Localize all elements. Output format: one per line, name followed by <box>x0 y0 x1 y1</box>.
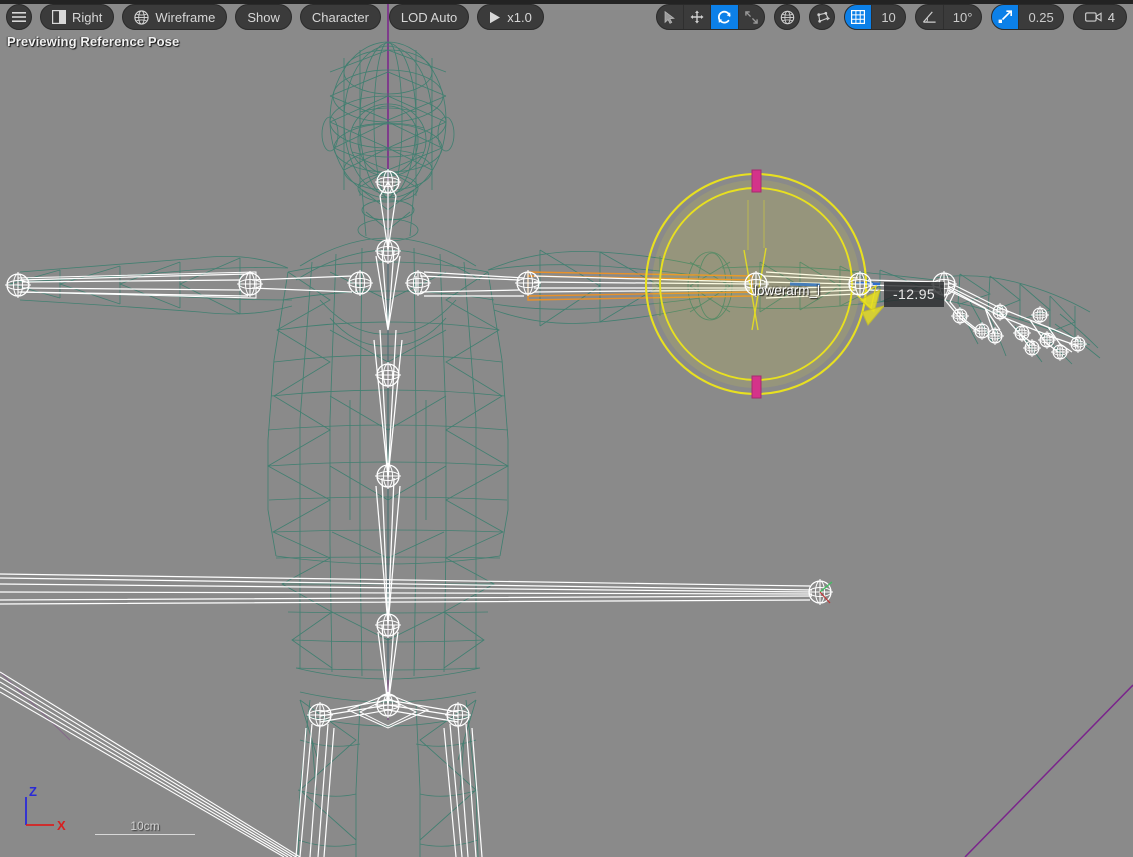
grid-snap-group: 10 <box>844 4 906 30</box>
cursor-icon <box>664 10 676 24</box>
grid-snap-value[interactable]: 10 <box>871 5 904 29</box>
view-mode-label: Right <box>72 9 103 25</box>
character-menu-label: Character <box>311 9 369 25</box>
camera-icon <box>1084 11 1102 23</box>
show-menu-button[interactable]: Show <box>235 4 292 30</box>
axis-x-label: X <box>57 818 66 833</box>
translate-mode-button[interactable] <box>683 5 710 29</box>
rotate-icon <box>717 10 732 25</box>
animation-viewport[interactable]: Right Wireframe Show Character LOD Auto <box>0 0 1133 857</box>
scale-bar-line <box>95 834 195 835</box>
grid-snap-toggle[interactable] <box>845 5 872 29</box>
angle-snap-group: 10° <box>914 4 983 30</box>
globe-icon <box>780 10 795 25</box>
view-mode-button[interactable]: Right <box>40 4 115 30</box>
show-menu-label: Show <box>247 9 280 25</box>
playback-speed-button[interactable]: x1.0 <box>477 4 544 30</box>
preview-status-text: Previewing Reference Pose <box>7 34 180 49</box>
camera-speed-value: 4 <box>1107 9 1115 25</box>
grid-icon <box>851 10 866 24</box>
surface-snapping-toggle[interactable] <box>809 4 836 30</box>
axis-orientation-widget: Z X <box>18 785 78 835</box>
viewport-left-toolbar: Right Wireframe Show Character LOD Auto <box>6 4 544 30</box>
world-coordinate-toggle[interactable] <box>774 4 801 30</box>
viewport-menu-button[interactable] <box>6 4 32 30</box>
scale-bar: 10cm <box>95 819 195 835</box>
selected-bone-label: lowerarm_l <box>754 283 821 298</box>
scale-snap-value[interactable]: 0.25 <box>1018 5 1062 29</box>
scale-icon <box>745 10 759 24</box>
skeletal-mesh-scene <box>0 4 1133 857</box>
angle-snap-value[interactable]: 10° <box>942 5 982 29</box>
hamburger-icon <box>12 11 26 23</box>
globe-icon <box>134 9 149 25</box>
scale-bar-label: 10cm <box>130 819 160 833</box>
view-split-icon <box>52 10 66 24</box>
rotation-value-tooltip: -12.95 <box>884 282 945 307</box>
playback-speed-label: x1.0 <box>507 9 532 25</box>
shading-mode-label: Wireframe <box>155 9 216 25</box>
angle-icon <box>922 10 937 24</box>
scale-snap-group: 0.25 <box>991 4 1064 30</box>
play-icon <box>489 11 501 24</box>
rotate-mode-button[interactable] <box>710 5 739 29</box>
angle-snap-toggle[interactable] <box>916 5 943 29</box>
scale-snap-toggle[interactable] <box>992 5 1019 29</box>
viewport-right-toolbar: 10 10° 0.25 4 <box>656 4 1127 30</box>
move-icon <box>690 10 704 24</box>
transform-mode-group <box>656 4 766 30</box>
select-mode-button[interactable] <box>657 5 683 29</box>
shading-mode-button[interactable]: Wireframe <box>122 4 228 30</box>
character-menu-button[interactable]: Character <box>299 4 381 30</box>
scale-snap-icon <box>998 10 1013 24</box>
axis-z-label: Z <box>29 785 37 799</box>
surface-snap-icon <box>815 10 830 25</box>
lod-menu-button[interactable]: LOD Auto <box>388 4 470 30</box>
camera-speed-button[interactable]: 4 <box>1072 4 1127 30</box>
scale-mode-button[interactable] <box>738 5 764 29</box>
lod-menu-label: LOD Auto <box>400 9 458 25</box>
